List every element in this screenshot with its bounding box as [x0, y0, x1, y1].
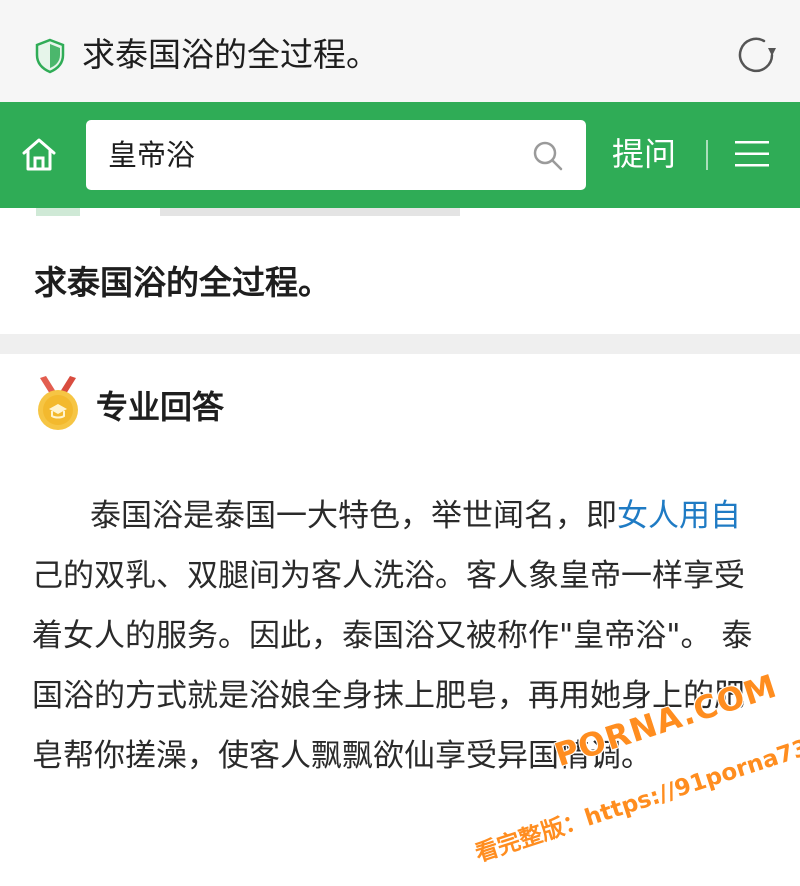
shield-check-icon: [35, 38, 65, 74]
watermark: PORNA.COM 看完整版：https://91porna73.com: [470, 667, 800, 886]
browser-address-bar: 求泰国浴的全过程。: [0, 0, 800, 102]
refresh-icon[interactable]: [734, 34, 780, 76]
ask-button[interactable]: 提问: [612, 130, 676, 178]
answer-label: 专业回答: [96, 388, 225, 426]
question-title: 求泰国浴的全过程。: [34, 263, 331, 302]
section-divider: [0, 334, 800, 354]
menu-icon[interactable]: [735, 140, 769, 168]
search-input[interactable]: 皇帝浴: [86, 120, 586, 190]
answer-keyword-link[interactable]: 女人用自: [617, 498, 741, 534]
page-title: 求泰国浴的全过程。: [82, 35, 379, 74]
answer-text-part1: 泰国浴是泰国一大特色，举世闻名，即: [90, 498, 617, 534]
scrolled-content-peek: [0, 208, 800, 232]
header-divider: [706, 140, 708, 170]
home-icon[interactable]: [20, 136, 58, 172]
search-icon[interactable]: [532, 140, 564, 172]
medal-icon: [38, 376, 78, 430]
question-card: 求泰国浴的全过程。: [0, 232, 800, 334]
search-input-value: 皇帝浴: [108, 138, 196, 172]
